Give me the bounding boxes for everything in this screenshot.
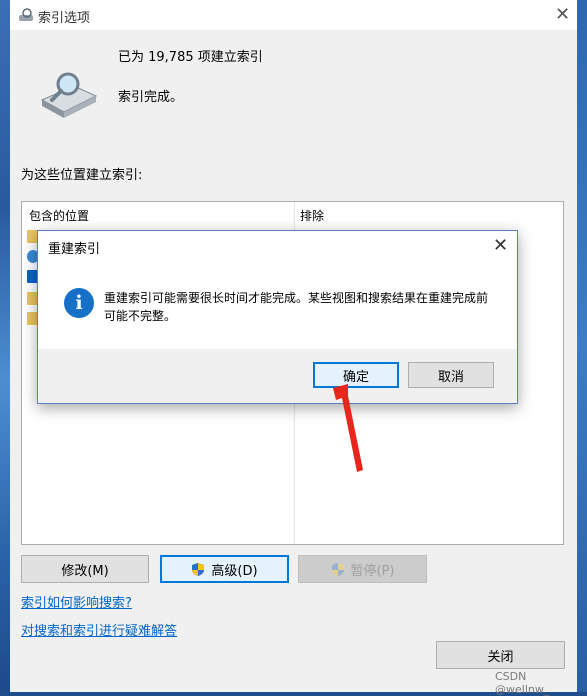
annotation-arrow (333, 384, 363, 472)
